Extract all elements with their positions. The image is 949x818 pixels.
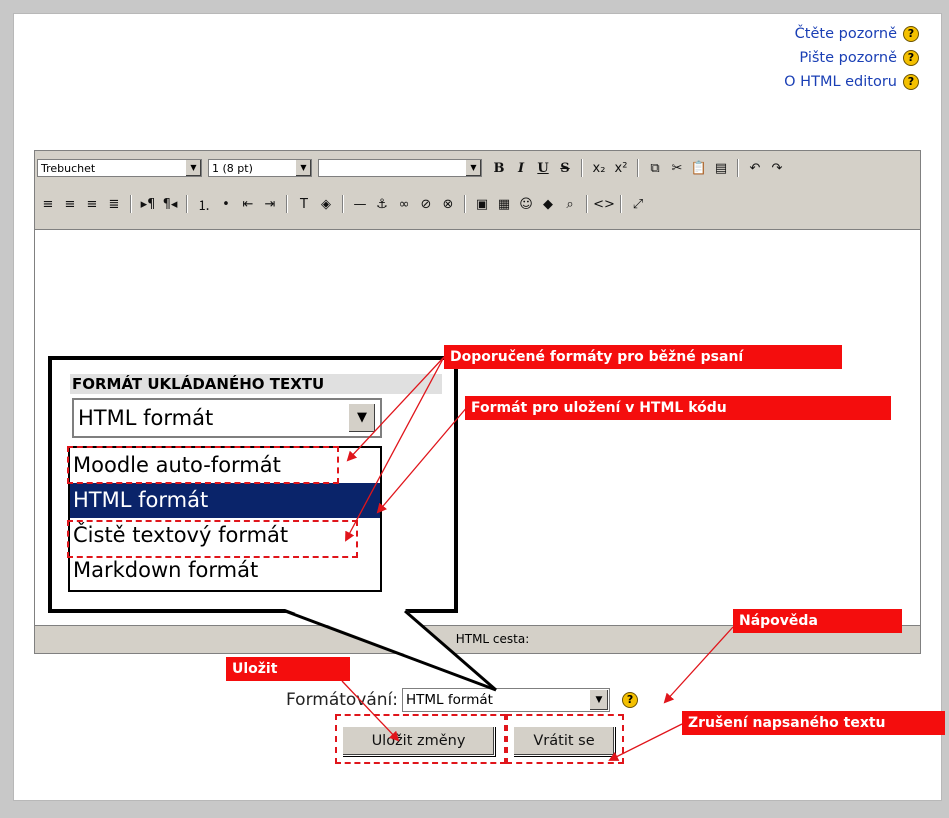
paste-icon[interactable]: 📋 [689, 158, 709, 178]
editor-toolbar: Trebuchet ▼ 1 (8 pt) ▼ ▼ B I U Sx₂ x² ⧉ ✂ 📋 ▤ ↶ ↷ … [35, 151, 920, 229]
align-right-icon[interactable]: ≡ [82, 194, 102, 214]
annotation-cancel: Zrušení napsaného textu [682, 711, 945, 735]
chevron-down-icon[interactable]: ▼ [589, 690, 609, 710]
paragraph-select[interactable]: ▼ [318, 159, 482, 177]
toolbar-separator [737, 159, 739, 177]
format-select[interactable]: HTML formát ▼ [402, 688, 611, 712]
toolbar-separator [464, 195, 466, 213]
italic-icon[interactable]: I [511, 158, 531, 178]
cut-icon[interactable]: ✂ [667, 158, 687, 178]
anchor-icon[interactable]: ⚓ [372, 194, 392, 214]
subscript-icon[interactable]: x₂ [589, 158, 609, 178]
format-label: Formátování: [286, 690, 399, 710]
font-family-value: Trebuchet [41, 161, 96, 175]
help-links: Čtěte pozorně ? Pište pozorně ? O HTML e… [784, 22, 919, 94]
help-link-label[interactable]: Čtěte pozorně [795, 26, 897, 42]
option-markdown[interactable]: Markdown formát [70, 553, 380, 588]
chevron-down-icon[interactable]: ▼ [295, 160, 311, 176]
format-callout: FORMÁT UKLÁDANÉHO TEXTU HTML formát ▼ Mo… [48, 356, 458, 613]
outdent-icon[interactable]: ⇤ [238, 194, 258, 214]
toolbar-separator [342, 195, 344, 213]
toolbar-separator [620, 195, 622, 213]
callout-title: FORMÁT UKLÁDANÉHO TEXTU [70, 374, 442, 394]
format-row: Formátování: HTML formát ▼ ? [286, 688, 639, 712]
annotation-html-format: Formát pro uložení v HTML kódu [465, 396, 891, 420]
toolbar-separator [186, 195, 188, 213]
table-icon[interactable]: ▦ [494, 194, 514, 214]
indent-icon[interactable]: ⇥ [260, 194, 280, 214]
annotation-help: Nápověda [733, 609, 902, 633]
bold-icon[interactable]: B [489, 158, 509, 178]
html-source-icon[interactable]: <> [593, 194, 615, 214]
superscript-icon[interactable]: x² [611, 158, 631, 178]
ordered-list-icon[interactable]: ⒈ [194, 194, 214, 214]
save-changes-button[interactable]: Uložit změny [342, 726, 495, 756]
text-color-icon[interactable]: T [294, 194, 314, 214]
ltr-icon[interactable]: ▸¶ [138, 194, 158, 214]
help-link-label[interactable]: Pište pozorně [799, 50, 897, 66]
font-size-value: 1 (8 pt) [212, 161, 253, 175]
help-icon[interactable]: ? [903, 74, 919, 90]
toolbar-separator [586, 195, 588, 213]
callout-format-select[interactable]: HTML formát ▼ [72, 398, 382, 438]
highlight-moodle-auto [67, 446, 339, 484]
help-link-label[interactable]: O HTML editoru [784, 74, 897, 90]
help-link-write[interactable]: Pište pozorně ? [784, 46, 919, 70]
annotation-recommended: Doporučené formáty pro běžné psaní [444, 345, 842, 369]
unlink-icon[interactable]: ⊘ [416, 194, 436, 214]
rtl-icon[interactable]: ¶◂ [160, 194, 180, 214]
option-html[interactable]: HTML formát [70, 483, 380, 518]
toolbar-separator [581, 159, 583, 177]
horizontal-rule-icon[interactable]: — [350, 194, 370, 214]
font-family-select[interactable]: Trebuchet ▼ [37, 159, 202, 177]
redo-icon[interactable]: ↷ [767, 158, 787, 178]
link-icon[interactable]: ∞ [394, 194, 414, 214]
chevron-down-icon[interactable]: ▼ [465, 160, 481, 176]
justify-icon[interactable]: ≣ [104, 194, 124, 214]
format-select-value: HTML formát [406, 692, 493, 708]
image-icon[interactable]: ▣ [472, 194, 492, 214]
help-link-html-editor[interactable]: O HTML editoru ? [784, 70, 919, 94]
search-replace-icon[interactable]: ⌕ [560, 194, 580, 214]
copy-icon[interactable]: ⧉ [645, 158, 665, 178]
underline-icon[interactable]: U [533, 158, 553, 178]
font-size-select[interactable]: 1 (8 pt) ▼ [208, 159, 312, 177]
annotation-save: Uložit [226, 657, 350, 681]
nolink-icon[interactable]: ⊗ [438, 194, 458, 214]
help-icon[interactable]: ? [903, 26, 919, 42]
help-icon[interactable]: ? [622, 692, 639, 708]
back-button[interactable]: Vrátit se [513, 726, 615, 756]
chevron-down-icon[interactable]: ▼ [348, 403, 376, 433]
strikethrough-icon[interactable]: S [555, 158, 575, 178]
fullscreen-icon[interactable]: ⤢ [628, 194, 648, 214]
toolbar-row-2: ≡ ≡ ≡ ≣ ▸¶ ¶◂ ⒈ • ⇤ ⇥ T ◈ — ⚓ ∞ ⊘ ⊗ ▣ ▦ ☺ ◆ ⌕ <> ⤢ [37, 191, 649, 217]
highlight-plain-text [67, 520, 358, 558]
toolbar-separator [637, 159, 639, 177]
highlight-color-icon[interactable]: ◈ [316, 194, 336, 214]
toolbar-row-1: Trebuchet ▼ 1 (8 pt) ▼ ▼ B I U Sx₂ x² ⧉ ✂ 📋 ▤ ↶ ↷ [37, 155, 788, 181]
help-icon[interactable]: ? [903, 50, 919, 66]
help-link-read[interactable]: Čtěte pozorně ? [784, 22, 919, 46]
toolbar-separator [130, 195, 132, 213]
clean-word-icon[interactable]: ▤ [711, 158, 731, 178]
undo-icon[interactable]: ↶ [745, 158, 765, 178]
align-left-icon[interactable]: ≡ [38, 194, 58, 214]
callout-select-value: HTML formát [78, 406, 214, 430]
toolbar-separator [286, 195, 288, 213]
chevron-down-icon[interactable]: ▼ [185, 160, 201, 176]
smiley-icon[interactable]: ☺ [516, 194, 536, 214]
special-char-icon[interactable]: ◆ [538, 194, 558, 214]
align-center-icon[interactable]: ≡ [60, 194, 80, 214]
unordered-list-icon[interactable]: • [216, 194, 236, 214]
